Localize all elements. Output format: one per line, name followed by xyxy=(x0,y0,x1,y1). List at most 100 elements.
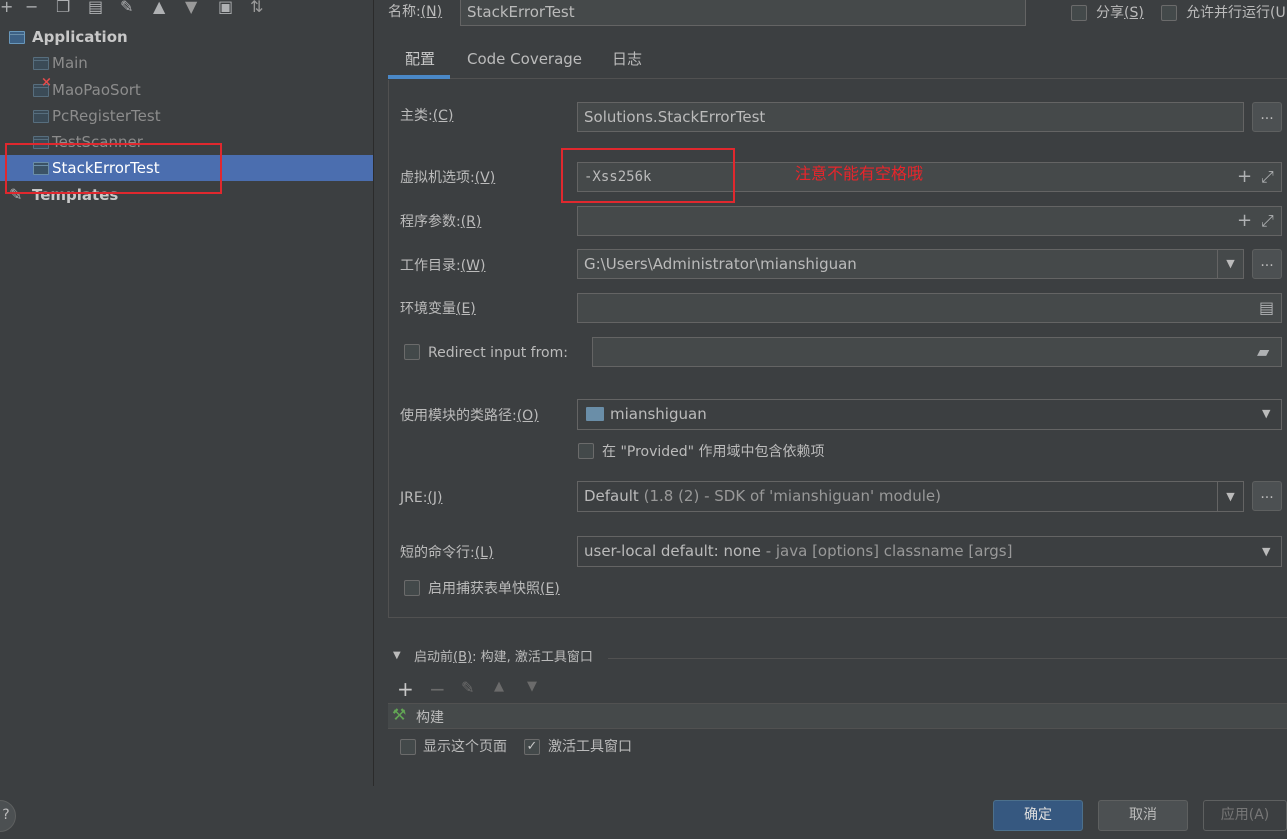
main-class-label-text: 主类: xyxy=(400,108,433,124)
move-down-icon[interactable]: ▼ xyxy=(185,0,197,17)
working-dir-mnemonic: (W) xyxy=(460,258,486,274)
run-config-icon xyxy=(33,110,49,123)
allow-parallel-label-text: 允许并行运行 xyxy=(1186,5,1270,21)
before-launch-item-label: 构建 xyxy=(416,710,444,726)
jre-mnemonic: (J) xyxy=(427,490,443,506)
document-icon[interactable]: ▤ xyxy=(1259,298,1274,317)
tree-item-maopaosort[interactable]: × MaoPaoSort xyxy=(0,75,373,103)
remove-icon[interactable]: − xyxy=(429,677,446,701)
chevron-down-icon[interactable]: ▼ xyxy=(1217,482,1243,511)
before-launch-mnemonic: (B) xyxy=(453,650,473,665)
move-up-icon[interactable]: ▲ xyxy=(153,0,165,17)
activate-tool-window-checkbox[interactable]: ✓ xyxy=(524,739,540,755)
folder-add-icon[interactable]: ▣ xyxy=(218,0,233,17)
help-button[interactable]: ? xyxy=(0,800,16,832)
env-vars-mnemonic: (E) xyxy=(456,301,476,317)
shorten-cmd-select[interactable]: user-local default: none - java [options… xyxy=(577,536,1282,567)
show-page-label: 显示这个页面 xyxy=(423,739,507,755)
env-vars-label: 环境变量(E) xyxy=(400,299,476,319)
name-mnemonic: (N) xyxy=(420,4,443,20)
main-class-mnemonic: (C) xyxy=(432,108,454,124)
folder-icon[interactable]: ▰ xyxy=(1257,342,1269,361)
help-icon: ? xyxy=(2,807,10,823)
edit-pencil-icon[interactable]: ✎ xyxy=(461,678,474,697)
jre-select[interactable]: Default (1.8 (2) - SDK of 'mianshiguan' … xyxy=(577,481,1244,512)
tree-item-main[interactable]: Main xyxy=(0,50,373,76)
vm-options-label: 虚拟机选项:(V) xyxy=(400,168,495,188)
include-provided-checkbox[interactable] xyxy=(578,443,594,459)
working-dir-input[interactable]: G:\Users\Administrator\mianshiguan xyxy=(577,249,1244,279)
share-label-text: 分享 xyxy=(1096,5,1124,21)
allow-parallel-mnemonic: (U xyxy=(1270,5,1286,21)
expand-plus-icon[interactable]: + xyxy=(1237,210,1252,231)
jre-label-text: JRE: xyxy=(400,490,428,506)
before-launch-title: 启动前(B): 构建, 激活工具窗口 xyxy=(414,648,593,668)
shorten-cmd-value-detail: - java [options] classname [args] xyxy=(765,542,1013,560)
move-up-icon[interactable]: ▲ xyxy=(494,679,504,694)
vm-options-label-text: 虚拟机选项: xyxy=(400,170,475,186)
share-mnemonic: (S) xyxy=(1124,5,1144,21)
enable-snapshot-mnemonic: (E) xyxy=(540,581,560,597)
vm-annotation-box xyxy=(561,148,735,203)
tab-log[interactable]: 日志 xyxy=(612,48,642,70)
allow-parallel-checkbox[interactable] xyxy=(1161,5,1177,21)
show-page-checkbox[interactable] xyxy=(400,739,416,755)
collapse-triangle-icon[interactable]: ▼ xyxy=(393,650,401,661)
tree-item-label: PcRegisterTest xyxy=(52,107,161,125)
program-args-label: 程序参数:(R) xyxy=(400,212,481,232)
wrench-icon[interactable]: ✎ xyxy=(120,0,133,17)
add-icon[interactable]: + xyxy=(0,0,13,17)
chevron-down-icon[interactable]: ▼ xyxy=(1217,250,1243,278)
remove-icon[interactable]: − xyxy=(25,0,38,17)
share-checkbox[interactable] xyxy=(1071,5,1087,21)
working-dir-browse-button[interactable]: ... xyxy=(1252,249,1282,279)
shorten-cmd-value-main: user-local default: none xyxy=(584,542,761,560)
expand-arrows-icon[interactable]: ⤢ xyxy=(1261,167,1274,187)
expand-arrows-icon[interactable]: ⤢ xyxy=(1261,211,1274,231)
before-launch-list-item[interactable]: ⚒ 构建 xyxy=(388,703,1287,729)
enable-snapshot-label-text: 启用捕获表单快照 xyxy=(428,581,540,597)
add-icon[interactable]: + xyxy=(397,677,414,701)
ok-button[interactable]: 确定 xyxy=(993,800,1083,831)
tab-code-coverage[interactable]: Code Coverage xyxy=(467,48,582,70)
share-label: 分享(S) xyxy=(1096,3,1144,23)
expand-plus-icon[interactable]: + xyxy=(1237,166,1252,187)
apply-button[interactable]: 应用(A) xyxy=(1203,800,1287,831)
tree-group-label: Application xyxy=(32,28,128,46)
enable-snapshot-checkbox[interactable] xyxy=(404,580,420,596)
tree-item-pcregistertest[interactable]: PcRegisterTest xyxy=(0,103,373,129)
redirect-input-field[interactable] xyxy=(592,337,1282,367)
tab-strip-divider xyxy=(388,78,1287,79)
program-args-mnemonic: (R) xyxy=(460,214,482,230)
name-input[interactable]: StackErrorTest xyxy=(460,0,1026,26)
copy-icon[interactable]: ❐ xyxy=(56,0,70,17)
name-label: 名称:(N) xyxy=(388,2,442,22)
vm-options-mnemonic: (V) xyxy=(474,170,496,186)
main-class-browse-button[interactable]: ... xyxy=(1252,102,1282,132)
program-args-label-text: 程序参数: xyxy=(400,214,461,230)
save-icon[interactable]: ▤ xyxy=(88,0,103,17)
application-icon xyxy=(9,31,25,44)
program-args-input[interactable] xyxy=(577,206,1282,236)
activate-tool-window-label: 激活工具窗口 xyxy=(548,739,632,755)
env-vars-input[interactable] xyxy=(577,293,1282,323)
chevron-down-icon[interactable]: ▼ xyxy=(1262,407,1270,420)
sort-icon[interactable]: ⇅ xyxy=(250,0,263,17)
chevron-down-icon[interactable]: ▼ xyxy=(1262,545,1270,558)
module-classpath-value: mianshiguan xyxy=(610,405,707,423)
move-down-icon[interactable]: ▼ xyxy=(527,679,537,694)
before-launch-divider xyxy=(608,658,1287,659)
working-dir-label-text: 工作目录: xyxy=(400,258,461,274)
tree-group-application[interactable]: Application xyxy=(0,24,373,50)
module-classpath-mnemonic: (O) xyxy=(516,408,539,424)
main-class-input[interactable]: Solutions.StackErrorTest xyxy=(577,102,1244,132)
before-launch-title-text: 启动前 xyxy=(414,650,454,665)
redirect-input-checkbox[interactable] xyxy=(404,344,420,360)
jre-browse-button[interactable]: ... xyxy=(1252,481,1282,511)
cancel-button[interactable]: 取消 xyxy=(1098,800,1188,831)
module-classpath-label-text: 使用模块的类路径: xyxy=(400,408,517,424)
tab-config[interactable]: 配置 xyxy=(405,48,435,70)
error-x-icon: × xyxy=(41,75,52,90)
module-classpath-select[interactable]: mianshiguan xyxy=(577,399,1282,430)
jre-label: JRE:(J) xyxy=(400,488,442,508)
